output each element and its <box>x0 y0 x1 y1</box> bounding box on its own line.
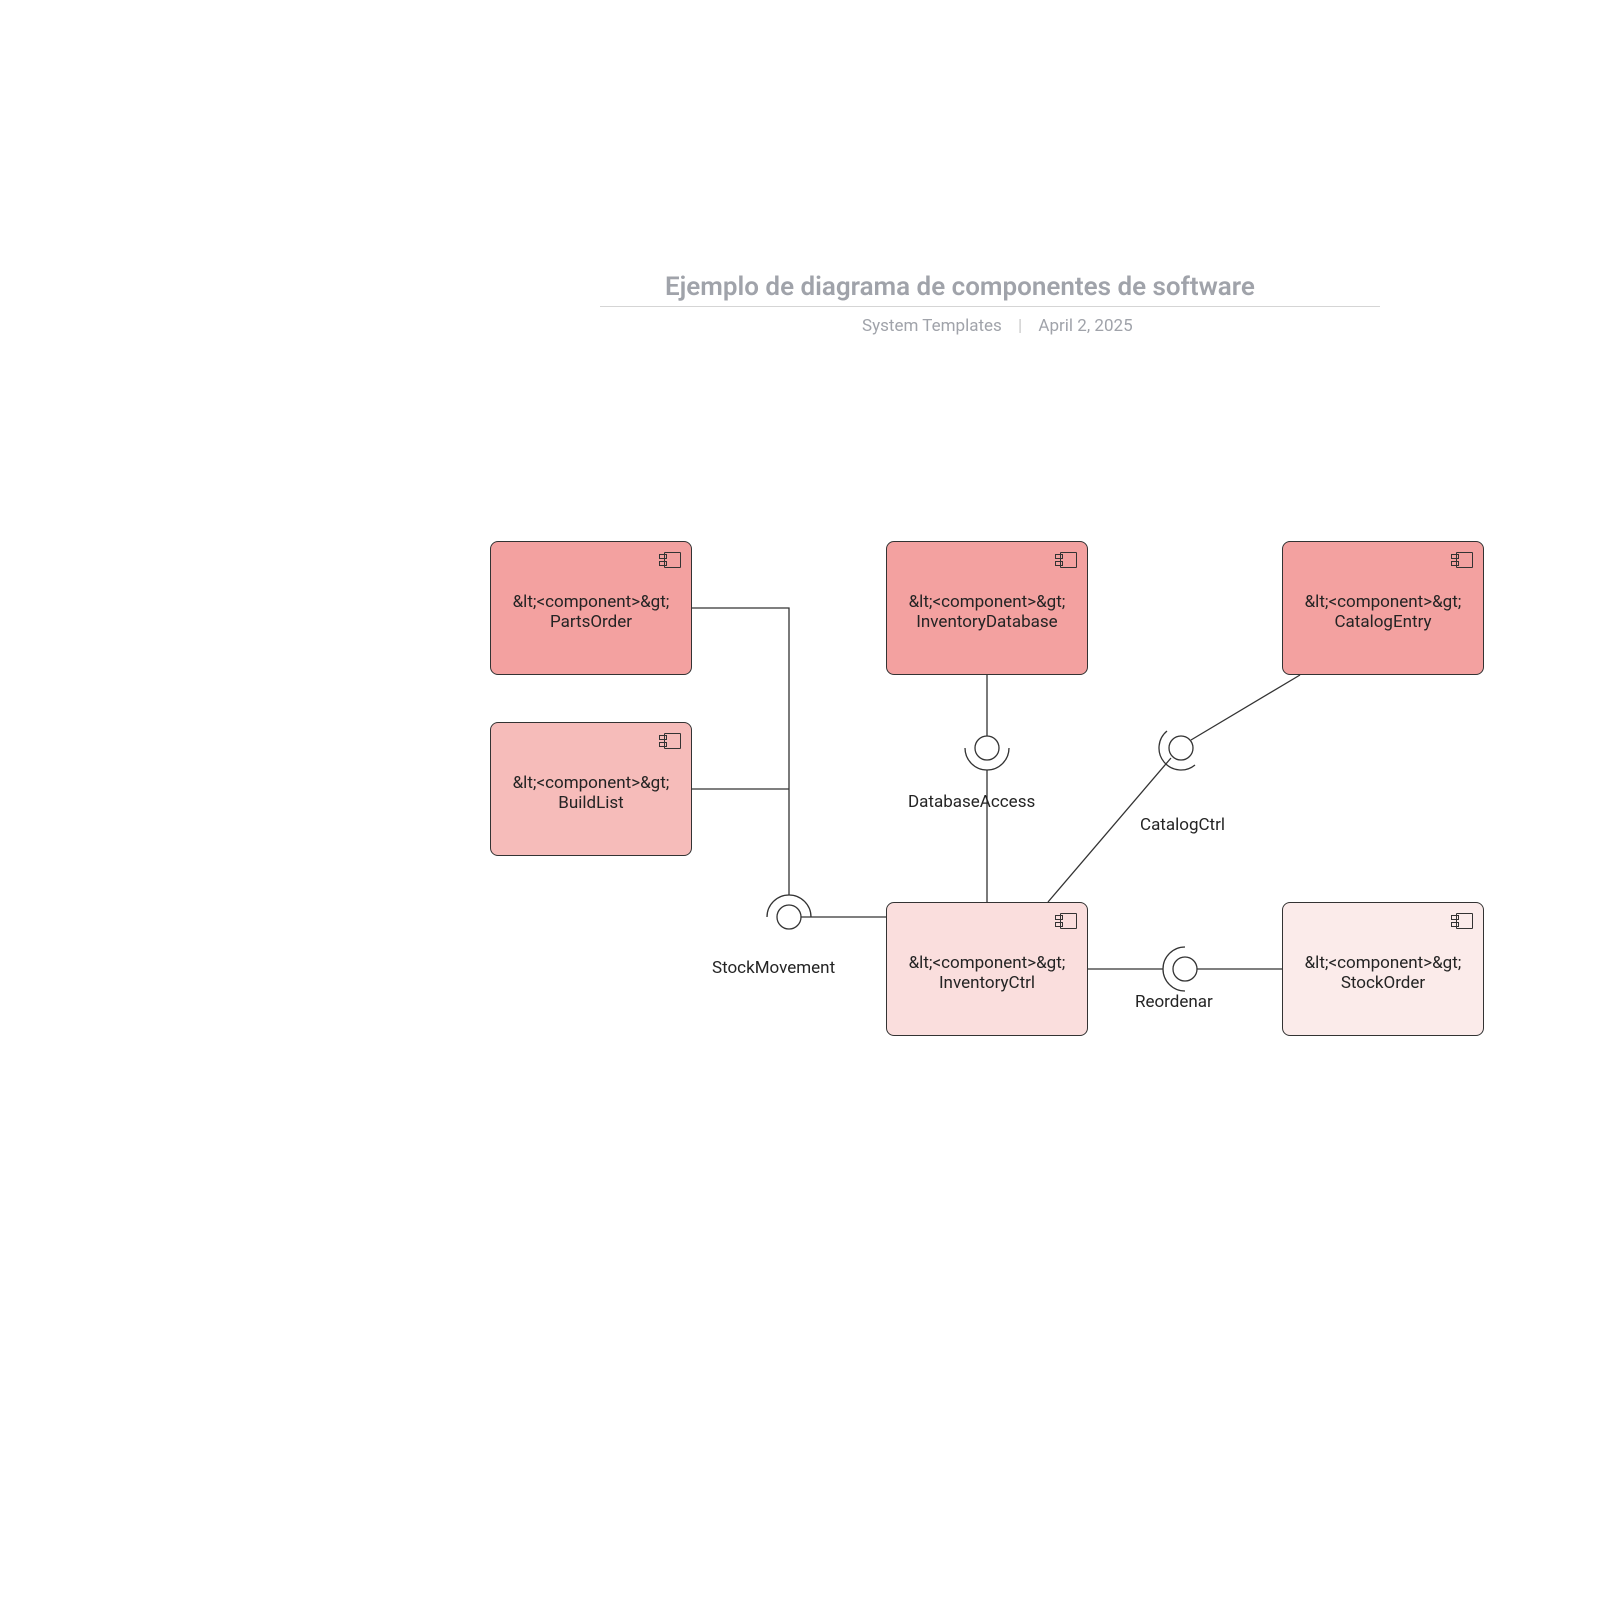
ball-stockmovement <box>777 905 801 929</box>
component-icon <box>1451 913 1473 929</box>
component-name: CatalogEntry <box>1297 612 1469 632</box>
component-icon <box>659 733 681 749</box>
ball-catalogctrl <box>1169 736 1193 760</box>
stereotype-label: &lt;<component>&gt; <box>901 592 1073 612</box>
connector-layer <box>0 0 1600 1600</box>
interface-label-reordenar: Reordenar <box>1135 992 1213 1012</box>
component-name: BuildList <box>505 793 677 813</box>
interface-label-stockmovement: StockMovement <box>712 958 835 978</box>
component-name: InventoryCtrl <box>901 973 1073 993</box>
stereotype-label: &lt;<component>&gt; <box>505 592 677 612</box>
stereotype-label: &lt;<component>&gt; <box>505 773 677 793</box>
component-catalogentry[interactable]: &lt;<component>&gt; CatalogEntry <box>1282 541 1484 675</box>
component-stockorder[interactable]: &lt;<component>&gt; StockOrder <box>1282 902 1484 1036</box>
component-icon <box>1055 913 1077 929</box>
stereotype-label: &lt;<component>&gt; <box>901 953 1073 973</box>
diagram-canvas: Ejemplo de diagrama de componentes de so… <box>0 0 1600 1600</box>
component-partsorder[interactable]: &lt;<component>&gt; PartsOrder <box>490 541 692 675</box>
edge-catalogentry-catalogctrl <box>1191 675 1300 740</box>
component-inventorydatabase[interactable]: &lt;<component>&gt; InventoryDatabase <box>886 541 1088 675</box>
ball-databaseaccess <box>975 736 999 760</box>
interface-label-databaseaccess: DatabaseAccess <box>908 792 1035 812</box>
component-name: StockOrder <box>1297 973 1469 993</box>
component-buildlist[interactable]: &lt;<component>&gt; BuildList <box>490 722 692 856</box>
component-icon <box>1055 552 1077 568</box>
component-icon <box>1451 552 1473 568</box>
component-name: PartsOrder <box>505 612 677 632</box>
component-inventoryctrl[interactable]: &lt;<component>&gt; InventoryCtrl <box>886 902 1088 1036</box>
ball-reordenar <box>1173 957 1197 981</box>
component-icon <box>659 552 681 568</box>
interface-label-catalogctrl: CatalogCtrl <box>1140 815 1225 835</box>
edge-partsorder-stockmovement <box>692 608 789 895</box>
stereotype-label: &lt;<component>&gt; <box>1297 592 1469 612</box>
stereotype-label: &lt;<component>&gt; <box>1297 953 1469 973</box>
component-name: InventoryDatabase <box>901 612 1073 632</box>
